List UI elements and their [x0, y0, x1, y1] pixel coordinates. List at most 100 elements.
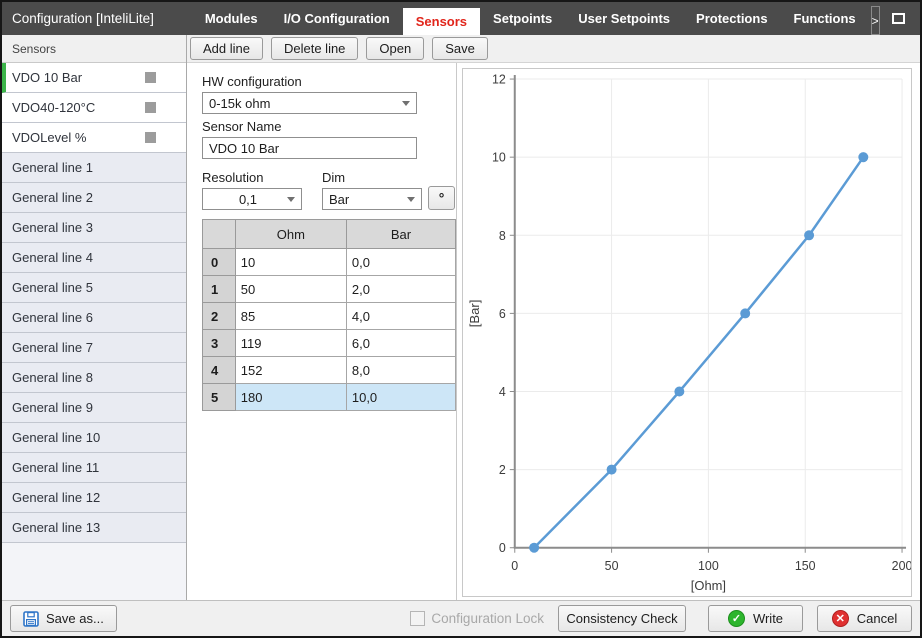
sidebar-item-general-line-3[interactable]: General line 3: [2, 213, 186, 243]
svg-text:0: 0: [499, 541, 506, 555]
sidebar-item-label: VDO40-120°C: [12, 100, 95, 115]
tab-functions[interactable]: Functions: [781, 2, 869, 35]
sidebar-item-label: General line 12: [12, 490, 100, 505]
sidebar-item-label: General line 8: [12, 370, 93, 385]
hw-configuration-label: HW configuration: [202, 74, 456, 89]
sidebar-item-general-line-8[interactable]: General line 8: [2, 363, 186, 393]
sidebar-item-general-line-7[interactable]: General line 7: [2, 333, 186, 363]
open-button[interactable]: Open: [366, 37, 424, 60]
ohm-value-cell[interactable]: 10: [235, 249, 346, 276]
bar-value-cell[interactable]: 2,0: [346, 276, 455, 303]
table-row: 0100,0: [203, 249, 456, 276]
delete-line-button[interactable]: Delete line: [271, 37, 358, 60]
sensor-name-input[interactable]: VDO 10 Bar: [202, 137, 417, 159]
svg-text:[Ohm]: [Ohm]: [691, 578, 726, 593]
ohm-value-cell[interactable]: 152: [235, 357, 346, 384]
tab-setpoints[interactable]: Setpoints: [480, 2, 565, 35]
dim-label: Dim: [322, 170, 422, 185]
write-label: Write: [753, 611, 783, 626]
svg-text:[Bar]: [Bar]: [467, 300, 482, 328]
tab-user-setpoints[interactable]: User Setpoints: [565, 2, 683, 35]
row-index-cell[interactable]: 0: [203, 249, 236, 276]
save-button[interactable]: Save: [432, 37, 488, 60]
row-index-cell[interactable]: 1: [203, 276, 236, 303]
resolution-value: 0,1: [209, 192, 287, 207]
sidebar-item-vdo40-120-c[interactable]: VDO40-120°C: [2, 93, 186, 123]
bar-value-cell[interactable]: 10,0: [346, 384, 455, 411]
svg-text:150: 150: [795, 559, 816, 573]
configuration-lock-group: Configuration Lock: [410, 611, 544, 626]
sidebar-item-general-line-9[interactable]: General line 9: [2, 393, 186, 423]
degree-button[interactable]: °: [428, 186, 455, 210]
sidebar-item-general-line-1[interactable]: General line 1: [2, 153, 186, 183]
resolution-select[interactable]: 0,1: [202, 188, 302, 210]
tab-i-o-configuration[interactable]: I/O Configuration: [271, 2, 403, 35]
sidebar-item-list: VDO 10 BarVDO40-120°CVDOLevel %General l…: [2, 63, 186, 543]
configuration-lock-checkbox[interactable]: [410, 611, 425, 626]
row-index-cell[interactable]: 4: [203, 357, 236, 384]
tab-overflow-button[interactable]: >: [871, 6, 880, 35]
svg-text:0: 0: [511, 559, 518, 573]
sidebar-item-general-line-2[interactable]: General line 2: [2, 183, 186, 213]
window-title: Configuration [InteliLite]: [2, 2, 154, 35]
tab-modules[interactable]: Modules: [192, 2, 271, 35]
add-line-button[interactable]: Add line: [190, 37, 263, 60]
row-index-cell[interactable]: 5: [203, 384, 236, 411]
cancel-label: Cancel: [857, 611, 897, 626]
sidebar-header: Sensors: [2, 35, 186, 63]
table-row: 2854,0: [203, 303, 456, 330]
svg-text:4: 4: [499, 385, 506, 399]
svg-text:10: 10: [492, 151, 506, 165]
table-row: 31196,0: [203, 330, 456, 357]
svg-text:2: 2: [499, 463, 506, 477]
ohm-value-cell[interactable]: 119: [235, 330, 346, 357]
hw-configuration-select[interactable]: 0-15k ohm: [202, 92, 417, 114]
tab-sensors[interactable]: Sensors: [403, 8, 480, 35]
bar-column-header: Bar: [346, 220, 455, 249]
sidebar-item-general-line-5[interactable]: General line 5: [2, 273, 186, 303]
svg-text:6: 6: [499, 307, 506, 321]
dim-select[interactable]: Bar: [322, 188, 422, 210]
sensor-badge-icon: [145, 102, 156, 113]
tab-protections[interactable]: Protections: [683, 2, 781, 35]
sidebar-item-general-line-10[interactable]: General line 10: [2, 423, 186, 453]
write-button[interactable]: ✓ Write: [708, 605, 803, 632]
bar-value-cell[interactable]: 0,0: [346, 249, 455, 276]
row-index-cell[interactable]: 2: [203, 303, 236, 330]
floppy-disk-icon: [23, 611, 39, 627]
svg-text:50: 50: [605, 559, 619, 573]
resolution-label: Resolution: [202, 170, 302, 185]
sidebar-item-label: General line 13: [12, 520, 100, 535]
sidebar-item-general-line-11[interactable]: General line 11: [2, 453, 186, 483]
ohm-value-cell[interactable]: 180: [235, 384, 346, 411]
ohm-value-cell[interactable]: 85: [235, 303, 346, 330]
bar-value-cell[interactable]: 8,0: [346, 357, 455, 384]
bar-value-cell[interactable]: 4,0: [346, 303, 455, 330]
save-as-label: Save as...: [46, 611, 104, 626]
sidebar-item-vdolevel[interactable]: VDOLevel %: [2, 123, 186, 153]
table-row: 1502,0: [203, 276, 456, 303]
sidebar-item-label: General line 9: [12, 400, 93, 415]
cancel-button[interactable]: ✕ Cancel: [817, 605, 912, 632]
sidebar-item-vdo-10-bar[interactable]: VDO 10 Bar: [2, 63, 186, 93]
maximize-icon[interactable]: [892, 13, 905, 24]
table-row: 518010,0: [203, 384, 456, 411]
svg-text:100: 100: [698, 559, 719, 573]
sidebar-item-general-line-4[interactable]: General line 4: [2, 243, 186, 273]
sidebar-item-label: General line 2: [12, 190, 93, 205]
sidebar-item-general-line-6[interactable]: General line 6: [2, 303, 186, 333]
index-column-header: [203, 220, 236, 249]
calibration-table: Ohm Bar 0100,01502,02854,031196,041528,0…: [202, 219, 456, 411]
footer-bar: Save as... Configuration Lock Consistenc…: [2, 600, 920, 636]
consistency-check-button[interactable]: Consistency Check: [558, 605, 686, 632]
sidebar-item-label: General line 6: [12, 310, 93, 325]
sidebar-item-general-line-12[interactable]: General line 12: [2, 483, 186, 513]
sidebar-item-general-line-13[interactable]: General line 13: [2, 513, 186, 543]
chevron-down-icon: [402, 101, 410, 106]
ohm-value-cell[interactable]: 50: [235, 276, 346, 303]
hw-configuration-value: 0-15k ohm: [209, 96, 270, 111]
bar-value-cell[interactable]: 6,0: [346, 330, 455, 357]
svg-text:12: 12: [492, 73, 506, 87]
save-as-button[interactable]: Save as...: [10, 605, 117, 632]
row-index-cell[interactable]: 3: [203, 330, 236, 357]
